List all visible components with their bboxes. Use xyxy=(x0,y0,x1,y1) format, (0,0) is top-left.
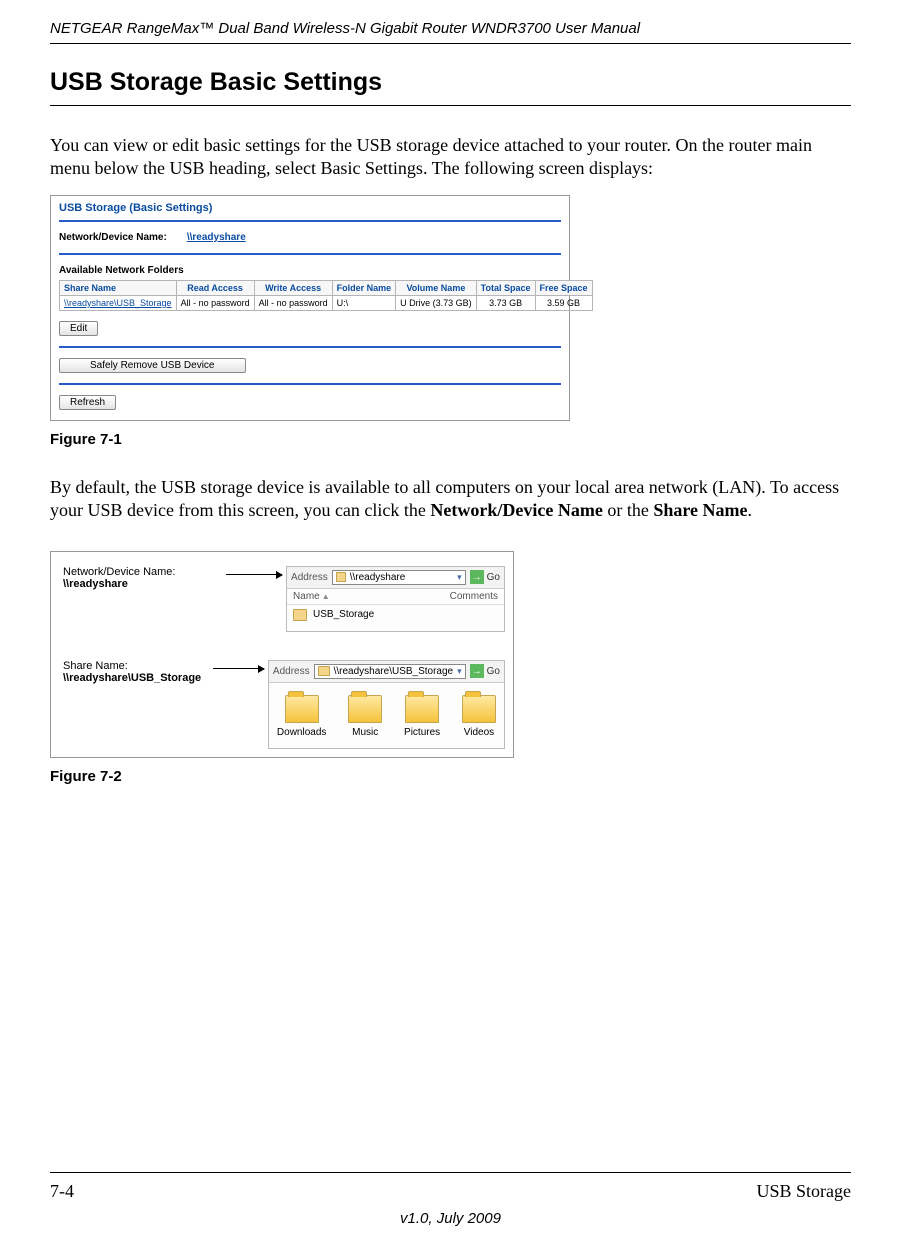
network-device-name-label: Network/Device Name: xyxy=(59,232,167,243)
text: or the xyxy=(603,500,653,520)
col-folder-name: Folder Name xyxy=(332,280,396,295)
col-share-name: Share Name xyxy=(60,280,177,295)
figure-7-2-label: Figure 7-2 xyxy=(50,768,851,785)
section-title: USB Storage Basic Settings xyxy=(50,68,851,106)
arrow-right-icon: → xyxy=(470,570,484,584)
folders-table: Share Name Read Access Write Access Fold… xyxy=(59,280,593,311)
address-bar: Address \\readyshare\USB_Storage ▾ → Go xyxy=(269,661,504,683)
available-network-folders-label: Available Network Folders xyxy=(59,265,561,276)
header-title: NETGEAR RangeMax™ Dual Band Wireless-N G… xyxy=(50,0,851,44)
col-write-access: Write Access xyxy=(254,280,332,295)
cell-free-space: 3.59 GB xyxy=(535,295,592,310)
table-header-row: Share Name Read Access Write Access Fold… xyxy=(60,280,593,295)
edit-button[interactable]: Edit xyxy=(59,321,98,336)
figure-7-1-screenshot: USB Storage (Basic Settings) Network/Dev… xyxy=(50,195,570,421)
cell-read-access: All - no password xyxy=(176,295,254,310)
col-total-space: Total Space xyxy=(476,280,535,295)
network-device-name-callout: Network/Device Name: \\readyshare xyxy=(63,566,222,590)
list-item-label: USB_Storage xyxy=(313,609,374,620)
refresh-button[interactable]: Refresh xyxy=(59,395,116,410)
cell-total-space: 3.73 GB xyxy=(476,295,535,310)
list-item[interactable]: USB_Storage xyxy=(287,605,504,631)
arrow-right-icon: → xyxy=(470,664,484,678)
safely-remove-usb-button[interactable]: Safely Remove USB Device xyxy=(59,358,246,373)
share-name-callout: Share Name: \\readyshare\USB_Storage xyxy=(63,660,209,684)
go-button[interactable]: → Go xyxy=(470,664,500,678)
text-bold-network-device-name: Network/Device Name xyxy=(430,500,602,520)
go-label: Go xyxy=(487,572,500,583)
folder-icon xyxy=(285,695,319,723)
folder-label: Music xyxy=(352,727,378,738)
chevron-down-icon[interactable]: ▾ xyxy=(457,666,462,677)
folder-videos[interactable]: Videos xyxy=(462,695,496,738)
folder-label: Pictures xyxy=(404,727,440,738)
network-device-name-example-row: Network/Device Name: \\readyshare Addres… xyxy=(63,566,505,632)
chapter-label: USB Storage xyxy=(757,1181,852,1202)
explorer-window-usb-storage: Address \\readyshare\USB_Storage ▾ → Go … xyxy=(268,660,505,749)
version-label: v1.0, July 2009 xyxy=(50,1210,851,1227)
callout-label: Network/Device Name: xyxy=(63,566,175,578)
folder-music[interactable]: Music xyxy=(348,695,382,738)
chevron-down-icon[interactable]: ▾ xyxy=(457,572,462,583)
figure-7-2-screenshot: Network/Device Name: \\readyshare Addres… xyxy=(50,551,514,758)
table-row: \\readyshare\USB_Storage All - no passwo… xyxy=(60,295,593,310)
divider xyxy=(59,220,561,222)
folder-downloads[interactable]: Downloads xyxy=(277,695,326,738)
folder-label: Downloads xyxy=(277,727,326,738)
cell-folder-name: U:\ xyxy=(332,295,396,310)
callout-value: \\readyshare xyxy=(63,578,128,590)
column-comments[interactable]: Comments xyxy=(450,591,498,602)
address-value: \\readyshare xyxy=(350,572,406,583)
share-name-link[interactable]: \\readyshare\USB_Storage xyxy=(64,298,172,308)
folder-pictures[interactable]: Pictures xyxy=(404,695,440,738)
arrow-icon xyxy=(226,574,282,575)
folder-label: Videos xyxy=(464,727,494,738)
divider xyxy=(59,383,561,385)
network-folder-icon xyxy=(336,572,346,582)
folder-icon xyxy=(318,666,330,676)
share-name-example-row: Share Name: \\readyshare\USB_Storage Add… xyxy=(63,660,505,749)
folder-icon xyxy=(348,695,382,723)
page-number: 7-4 xyxy=(50,1181,74,1202)
col-volume-name: Volume Name xyxy=(396,280,477,295)
divider xyxy=(59,346,561,348)
address-value: \\readyshare\USB_Storage xyxy=(334,666,454,677)
go-button[interactable]: → Go xyxy=(470,570,500,584)
address-bar: Address \\readyshare ▾ → Go xyxy=(287,567,504,589)
network-device-name-link[interactable]: \\readyshare xyxy=(187,232,246,243)
col-read-access: Read Access xyxy=(176,280,254,295)
address-input[interactable]: \\readyshare\USB_Storage ▾ xyxy=(314,664,466,679)
usb-storage-folder-icon xyxy=(293,609,307,621)
address-label: Address xyxy=(273,666,310,677)
address-input[interactable]: \\readyshare ▾ xyxy=(332,570,466,585)
address-label: Address xyxy=(291,572,328,583)
folder-icon xyxy=(405,695,439,723)
callout-value: \\readyshare\USB_Storage xyxy=(63,672,201,684)
sort-asc-icon: ▲ xyxy=(322,592,330,601)
second-paragraph: By default, the USB storage device is av… xyxy=(50,476,851,523)
list-header: Name▲ Comments xyxy=(287,589,504,605)
explorer-window-readyshare: Address \\readyshare ▾ → Go Name▲ Commen… xyxy=(286,566,505,632)
text: . xyxy=(747,500,752,520)
callout-label: Share Name: xyxy=(63,660,128,672)
cell-volume-name: U Drive (3.73 GB) xyxy=(396,295,477,310)
go-label: Go xyxy=(487,666,500,677)
folder-thumbnails-row: Downloads Music Pictures Videos xyxy=(269,683,504,748)
column-name[interactable]: Name xyxy=(293,591,320,602)
folder-icon xyxy=(462,695,496,723)
panel-title: USB Storage (Basic Settings) xyxy=(59,202,561,214)
page-footer: 7-4 USB Storage v1.0, July 2009 xyxy=(50,1172,851,1227)
col-free-space: Free Space xyxy=(535,280,592,295)
divider xyxy=(59,253,561,255)
network-device-name-row: Network/Device Name: \\readyshare xyxy=(59,232,561,243)
figure-7-1-label: Figure 7-1 xyxy=(50,431,851,448)
arrow-icon xyxy=(213,668,264,669)
text-bold-share-name: Share Name xyxy=(653,500,747,520)
intro-paragraph: You can view or edit basic settings for … xyxy=(50,134,851,181)
cell-write-access: All - no password xyxy=(254,295,332,310)
